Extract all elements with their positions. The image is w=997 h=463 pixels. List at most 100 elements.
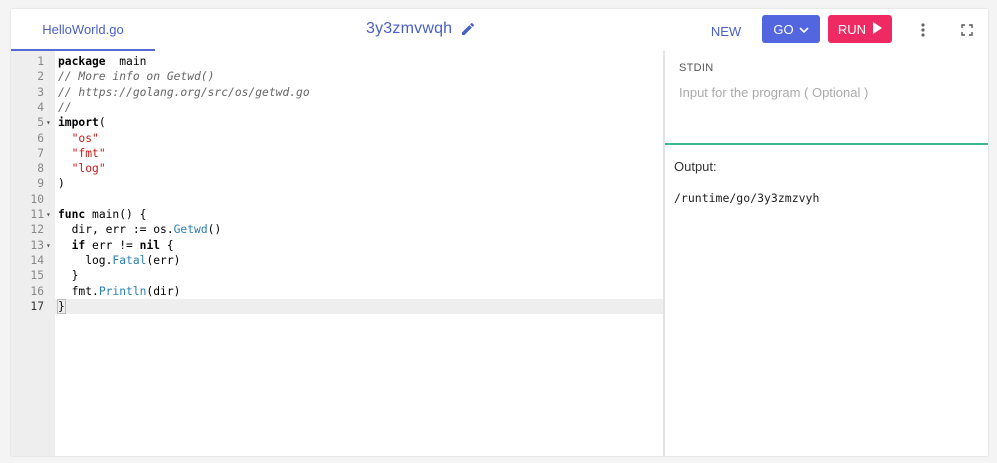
code-line[interactable]: 10 [11, 192, 663, 207]
code-line[interactable]: 11 ▾ func main() { [11, 207, 663, 222]
line-number: 9 [37, 177, 44, 191]
code-token: // More info on Getwd() [58, 70, 215, 84]
line-number: 15 [30, 269, 44, 283]
pencil-icon[interactable] [460, 20, 478, 38]
line-number: 3 [37, 85, 44, 99]
line-number: 14 [30, 253, 44, 267]
code-token: err != [85, 238, 140, 252]
code-token: (dir) [146, 284, 181, 298]
line-number: 1 [37, 55, 44, 68]
code-token: // [58, 100, 72, 114]
code-text: "os" [58, 131, 99, 146]
code-line[interactable]: 3 // https://golang.org/src/os/getwd.go [11, 85, 663, 100]
title-area: 3y3zmvwqh [366, 9, 478, 49]
code-token: Getwd [173, 223, 208, 237]
line-number: 8 [37, 162, 44, 176]
fold-arrow-icon[interactable]: ▾ [46, 115, 54, 130]
code-token: (err) [146, 253, 181, 267]
fullscreen-icon[interactable] [957, 19, 977, 41]
stdin-panel: STDIN [665, 51, 988, 145]
code-text: // [58, 100, 72, 115]
new-button[interactable]: NEW [705, 17, 747, 45]
run-button-label: RUN [837, 21, 867, 37]
code-text: func main() { [58, 207, 146, 222]
play-icon [872, 21, 883, 37]
stdin-input[interactable] [679, 82, 969, 102]
code-text: // https://golang.org/src/os/getwd.go [58, 85, 310, 100]
code-text: fmt.Println(dir) [58, 284, 181, 299]
code-token: // https://golang.org/src/os/getwd.go [58, 85, 310, 99]
code-token: "fmt" [71, 146, 106, 160]
code-token: } [58, 269, 79, 283]
code-line[interactable]: 13 ▾ if err != nil { [11, 238, 663, 253]
code-line[interactable]: 9) [11, 176, 663, 191]
code-text: "log" [58, 161, 106, 176]
code-text: "fmt" [58, 146, 106, 161]
line-number: 17 [30, 299, 44, 313]
line-number: 16 [30, 284, 44, 298]
code-token: log. [58, 253, 113, 267]
code-token: Println [98, 284, 147, 298]
fold-arrow-icon[interactable]: ▾ [46, 238, 54, 253]
code-token: import [58, 116, 99, 130]
line-number: 5 [37, 116, 44, 130]
line-number: 10 [30, 192, 44, 206]
file-tab-label: HelloWorld.go [42, 21, 124, 37]
line-number: 2 [37, 70, 44, 84]
code-token: () [207, 223, 222, 237]
code-token: package [58, 55, 106, 68]
chevron-down-icon [799, 22, 809, 37]
line-number: 13 [30, 238, 44, 252]
code-token: { [160, 238, 174, 252]
code-token: if [71, 238, 86, 252]
code-text: log.Fatal(err) [58, 253, 180, 268]
code-token: "os" [71, 131, 99, 145]
code-line[interactable]: 17} [11, 298, 663, 315]
code-line[interactable]: 14 log.Fatal(err) [11, 253, 663, 268]
fold-arrow-icon[interactable]: ▾ [46, 207, 54, 222]
code-token: dir, err := os. [58, 223, 174, 237]
code-line[interactable]: 12 dir, err := os.Getwd() [11, 222, 663, 237]
code-line[interactable]: 1 package main [11, 54, 663, 69]
header-bar: HelloWorld.go 3y3zmvwqh NEW GO RUN [11, 9, 988, 51]
code-text: import( [58, 115, 106, 130]
page-title: 3y3zmvwqh [366, 20, 453, 37]
new-button-label: NEW [710, 23, 742, 39]
code-line[interactable]: 16 fmt.Println(dir) [11, 284, 663, 299]
output-label: Output: [674, 159, 717, 174]
code-line[interactable]: 8 "log" [11, 161, 663, 176]
stdin-label: STDIN [679, 62, 714, 74]
code-token: Fatal [112, 253, 147, 267]
code-text: dir, err := os.Getwd() [58, 222, 222, 237]
code-token: ( [98, 116, 106, 130]
code-token: main [105, 55, 147, 68]
code-text: // More info on Getwd() [58, 69, 214, 84]
code-token: main() { [85, 208, 147, 221]
output-text: /runtime/go/3y3zmzvyh [674, 191, 820, 205]
line-number: 6 [37, 131, 44, 145]
code-text: package main [58, 54, 146, 69]
code-line[interactable]: 2 // More info on Getwd() [11, 69, 663, 84]
code-editor[interactable]: 1 package main 2 // More info on Getwd() 3 //… [11, 51, 663, 456]
code-line[interactable]: 6 "os" [11, 131, 663, 146]
code-token: func [58, 208, 86, 221]
code-line[interactable]: 15 } [11, 268, 663, 283]
code-text: if err != nil { [58, 238, 174, 253]
code-line[interactable]: 5 ▾ import( [11, 115, 663, 130]
tab-file[interactable]: HelloWorld.go [11, 9, 155, 51]
go-button-label: GO [773, 21, 794, 37]
line-number: 11 [30, 208, 44, 221]
code-text: } [58, 268, 79, 283]
code-token: nil [139, 238, 161, 252]
output-panel: Output: /runtime/go/3y3zmzvyh [665, 145, 988, 456]
code-line[interactable]: 7 "fmt" [11, 146, 663, 161]
language-go-button[interactable]: GO [762, 15, 820, 43]
code-line[interactable]: 4 // [11, 100, 663, 115]
run-button[interactable]: RUN [828, 15, 892, 43]
playground-app: HelloWorld.go 3y3zmvwqh NEW GO RUN 1 pac… [11, 9, 988, 456]
more-vertical-icon[interactable] [913, 19, 933, 41]
